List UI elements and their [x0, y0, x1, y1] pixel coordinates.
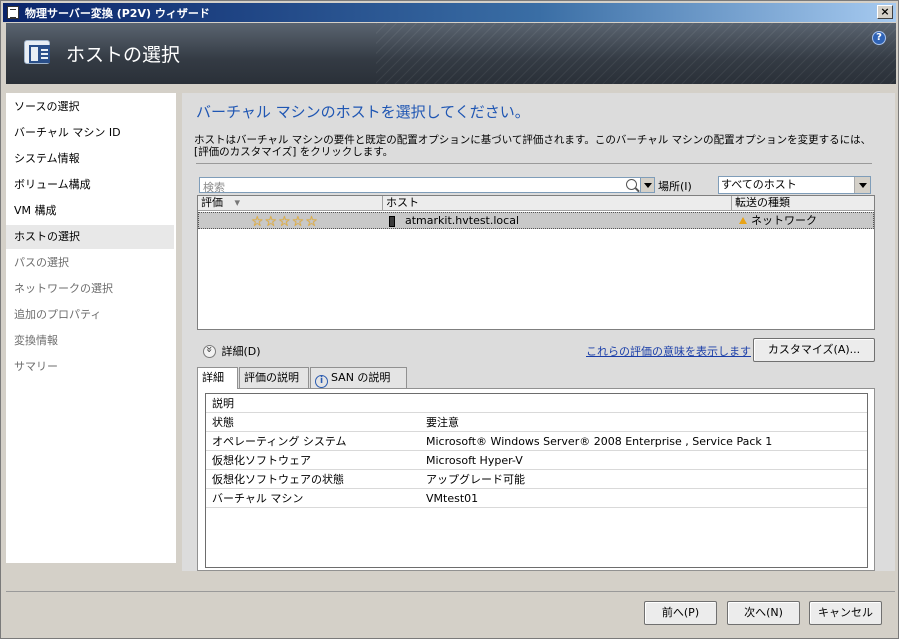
sidebar-item-vm-id[interactable]: バーチャル マシン ID — [6, 121, 174, 145]
rating-explanation-link[interactable]: これらの評価の意味を表示します — [586, 343, 751, 359]
table-row[interactable]: ☆☆☆☆☆ atmarkit.hvtest.local ネットワーク — [198, 212, 875, 230]
sidebar-item-conversion-info: 変換情報 — [14, 334, 58, 347]
search-placeholder: 検索 — [203, 181, 225, 194]
details-toggle[interactable]: 詳細(D) — [203, 343, 261, 359]
transfer-type: ネットワーク — [751, 214, 817, 227]
detail-key: 仮想化ソフトウェア — [212, 454, 311, 467]
detail-value: アップグレード可能 — [426, 473, 525, 486]
section-heading: バーチャル マシンのホストを選択してください。 — [196, 103, 530, 121]
location-dropdown-button[interactable] — [854, 177, 870, 193]
column-header-rating[interactable]: 評価 ▾ — [198, 196, 383, 211]
detail-row-virtualization-status: 仮想化ソフトウェアの状態 アップグレード可能 — [206, 470, 867, 489]
tab-san-label: SAN の説明 — [331, 371, 391, 384]
chevron-down-icon — [644, 183, 652, 188]
detail-row-status: 状態 要注意 — [206, 413, 867, 432]
sidebar-item-system-info[interactable]: システム情報 — [6, 147, 174, 171]
column-header-host[interactable]: ホスト — [383, 196, 732, 211]
sidebar-item-summary: サマリー — [14, 360, 58, 373]
wizard-window: 物理サーバー変換 (P2V) ウィザード × ホストの選択 ? ソースの選択 バ… — [0, 0, 899, 639]
footer-divider — [6, 591, 895, 592]
header-pattern — [376, 23, 896, 84]
detail-row-virtual-machine: バーチャル マシン VMtest01 — [206, 489, 867, 508]
column-header-transfer[interactable]: 転送の種類 — [732, 196, 874, 211]
sidebar-item-host-selection[interactable]: ホストの選択 — [6, 225, 174, 249]
detail-value: 要注意 — [426, 416, 459, 429]
main-panel: バーチャル マシンのホストを選択してください。 ホストはバーチャル マシンの要件… — [182, 93, 895, 571]
detail-value: VMtest01 — [426, 492, 479, 505]
location-label: 場所(I) — [658, 180, 692, 193]
chevron-down-icon — [859, 183, 867, 188]
search-input[interactable]: 検索 — [199, 177, 655, 194]
detail-row-description: 説明 — [206, 394, 867, 413]
cancel-button[interactable]: キャンセル — [809, 601, 882, 625]
detail-key: 状態 — [212, 416, 234, 429]
sidebar-item-path-selection: パスの選択 — [14, 256, 69, 269]
info-icon: i — [315, 375, 328, 388]
customize-ratings-button[interactable]: カスタマイズ(A)... — [753, 338, 875, 362]
details-panel: 説明 状態 要注意 オペレーティング システム Microsoft® Windo… — [197, 388, 875, 571]
title-bar: 物理サーバー変換 (P2V) ウィザード × — [3, 3, 896, 22]
detail-key: バーチャル マシン — [212, 492, 304, 505]
details-list: 説明 状態 要注意 オペレーティング システム Microsoft® Windo… — [205, 393, 868, 568]
section-description: ホストはバーチャル マシンの要件と既定の配置オプションに基づいて評価されます。こ… — [194, 134, 872, 158]
detail-row-os: オペレーティング システム Microsoft® Windows Server®… — [206, 432, 867, 451]
collapse-icon — [203, 345, 216, 358]
transfer-cell: ネットワーク — [733, 213, 875, 229]
tab-rating-explanation[interactable]: 評価の説明 — [239, 367, 309, 388]
tab-details[interactable]: 詳細 — [197, 367, 238, 389]
detail-row-virtualization-software: 仮想化ソフトウェア Microsoft Hyper-V — [206, 451, 867, 470]
detail-key: 説明 — [212, 397, 234, 410]
detail-key: オペレーティング システム — [212, 435, 347, 448]
rating-header-label: 評価 — [201, 196, 223, 209]
host-name: atmarkit.hvtest.local — [405, 214, 520, 227]
sidebar-item-additional-properties: 追加のプロパティ — [14, 308, 102, 321]
grid-header: 評価 ▾ ホスト 転送の種類 — [198, 196, 874, 211]
rating-cell: ☆☆☆☆☆ — [199, 213, 384, 230]
window-title: 物理サーバー変換 (P2V) ウィザード — [25, 7, 210, 20]
star-rating-icon: ☆☆☆☆☆ — [251, 214, 319, 230]
search-icon[interactable] — [626, 179, 637, 190]
wizard-steps-sidebar: ソースの選択 バーチャル マシン ID システム情報 ボリューム構成 VM 構成… — [6, 93, 176, 563]
help-icon[interactable]: ? — [872, 31, 886, 45]
sidebar-item-network-selection: ネットワークの選択 — [14, 282, 113, 295]
wizard-header: ホストの選択 ? — [6, 23, 896, 84]
location-selected-value: すべてのホスト — [721, 178, 797, 191]
server-icon — [389, 216, 395, 227]
previous-button[interactable]: 前へ(P) — [644, 601, 717, 625]
sidebar-item-source[interactable]: ソースの選択 — [6, 95, 174, 119]
details-toggle-label: 詳細(D) — [221, 345, 261, 358]
next-button[interactable]: 次へ(N) — [727, 601, 800, 625]
sidebar-item-volume-config[interactable]: ボリューム構成 — [6, 173, 174, 197]
host-cell: atmarkit.hvtest.local — [384, 213, 733, 229]
sort-icon: ▾ — [234, 196, 241, 209]
warning-icon — [739, 217, 747, 224]
close-button[interactable]: × — [877, 5, 893, 19]
detail-key: 仮想化ソフトウェアの状態 — [212, 473, 344, 486]
divider — [196, 163, 872, 164]
tab-san-explanation[interactable]: i SAN の説明 — [310, 367, 407, 388]
host-rating-grid: 評価 ▾ ホスト 転送の種類 ☆☆☆☆☆ atmarkit.hvtest.loc… — [197, 195, 875, 330]
sidebar-item-vm-config[interactable]: VM 構成 — [6, 199, 174, 223]
detail-value: Microsoft Hyper-V — [426, 454, 523, 467]
host-selection-icon — [24, 40, 50, 64]
location-select[interactable]: すべてのホスト — [718, 176, 871, 194]
detail-value: Microsoft® Windows Server® 2008 Enterpri… — [426, 435, 773, 448]
window-icon — [7, 6, 19, 19]
page-title: ホストの選択 — [66, 44, 181, 66]
search-options-dropdown[interactable] — [640, 178, 654, 192]
